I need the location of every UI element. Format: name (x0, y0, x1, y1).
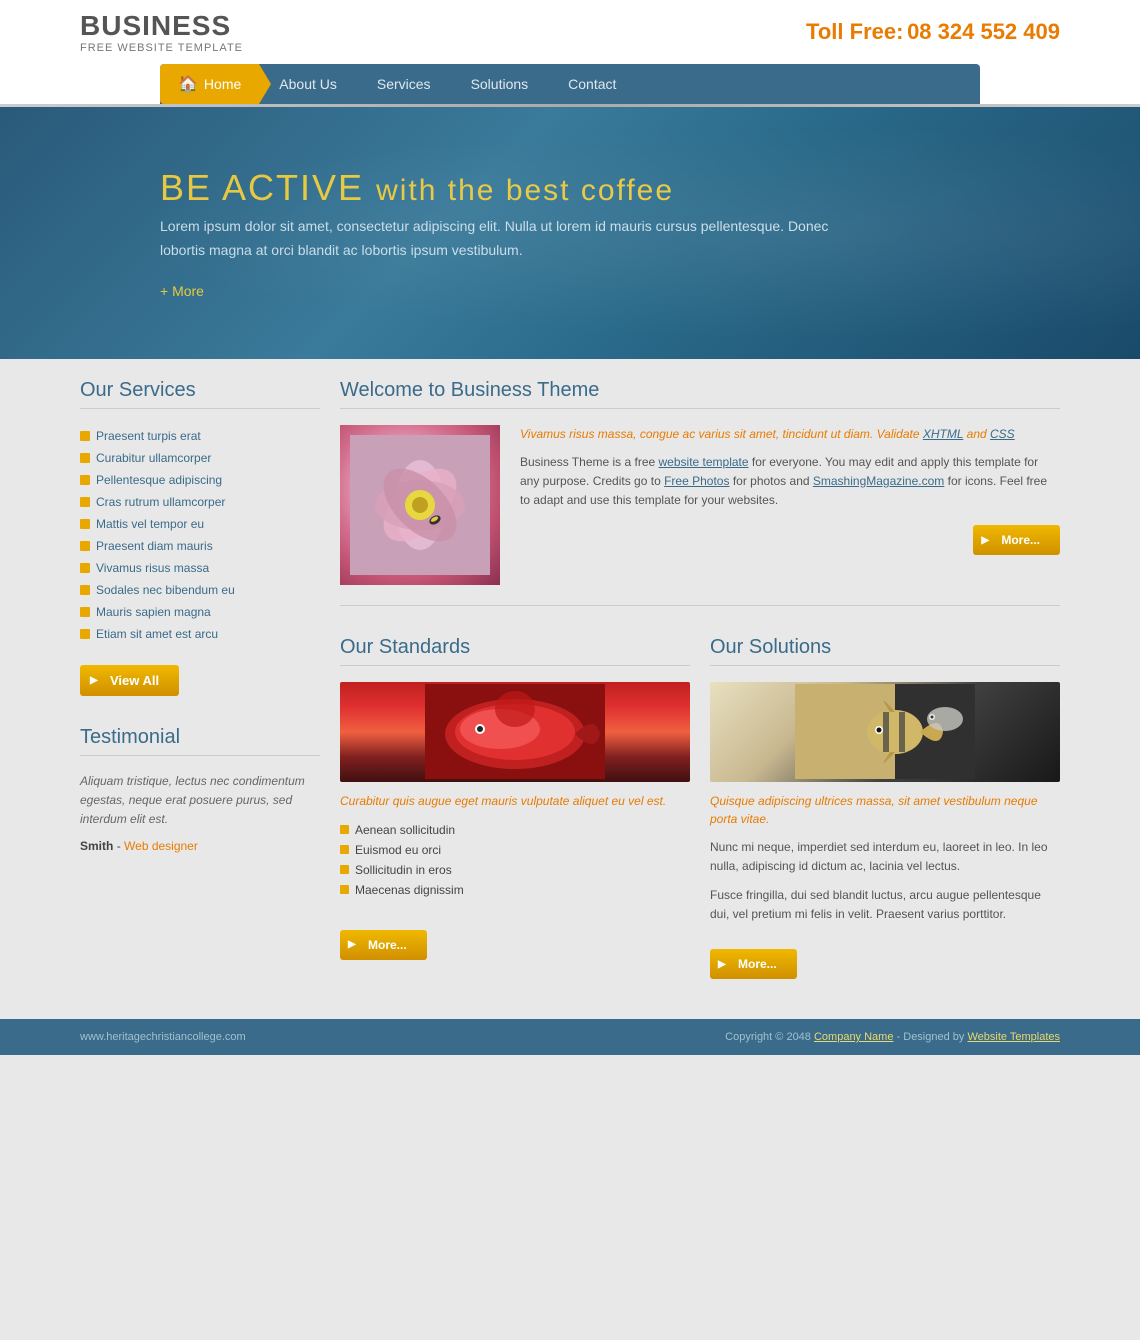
list-item: Maecenas dignissim (340, 880, 690, 900)
nav-services[interactable]: Services (357, 64, 451, 104)
list-item: Aenean sollicitudin (340, 820, 690, 840)
footer: www.heritagechristiancollege.com Copyrig… (0, 1019, 1140, 1055)
website-template-link[interactable]: website template (659, 455, 749, 469)
list-item: Sollicitudin in eros (340, 860, 690, 880)
list-item[interactable]: Praesent diam mauris (80, 535, 320, 557)
hero-headline-white: BE ACTIVE (160, 167, 364, 208)
footer-designed-by: - Designed by (897, 1031, 968, 1043)
free-photos-link[interactable]: Free Photos (664, 474, 729, 488)
hero-headline-yellow: with the best coffee (376, 174, 674, 207)
hero-description: Lorem ipsum dolor sit amet, consectetur … (160, 215, 860, 263)
sidebar: Our Services Praesent turpis eratCurabit… (80, 379, 320, 980)
welcome-more-button[interactable]: More... (973, 525, 1060, 555)
list-item[interactable]: Mattis vel tempor eu (80, 513, 320, 535)
solutions-section: Our Solutions (710, 636, 1060, 980)
solutions-more-label: More... (738, 957, 777, 971)
solutions-body2: Fusce fringilla, dui sed blandit luctus,… (710, 886, 1060, 924)
nav-contact[interactable]: Contact (548, 64, 636, 104)
list-item[interactable]: Mauris sapien magna (80, 601, 320, 623)
standards-list: Aenean sollicitudinEuismod eu orciSollic… (340, 820, 690, 900)
standards-italic: Curabitur quis augue eget mauris vulputa… (340, 792, 690, 810)
welcome-more-label: More... (1001, 533, 1040, 547)
list-item[interactable]: Vivamus risus massa (80, 557, 320, 579)
footer-website-templates-link[interactable]: Website Templates (967, 1031, 1060, 1043)
hero-more-link[interactable]: + More (160, 283, 980, 299)
welcome-italic: Vivamus risus massa, congue ac varius si… (520, 425, 1060, 443)
logo-subtitle: FREE WEBSITE TEMPLATE (80, 42, 243, 54)
toll-free-label: Toll Free: (806, 19, 903, 44)
smashing-link[interactable]: SmashingMagazine.com (813, 474, 944, 488)
services-list: Praesent turpis eratCurabitur ullamcorpe… (80, 425, 320, 645)
nav-home-label: Home (204, 76, 241, 92)
toll-free-number: 08 324 552 409 (907, 19, 1060, 44)
nav-about[interactable]: About Us (259, 64, 357, 104)
lower-grid: Our Standards (340, 636, 1060, 980)
solutions-body1: Nunc mi neque, imperdiet sed interdum eu… (710, 838, 1060, 876)
list-item[interactable]: Praesent turpis erat (80, 425, 320, 447)
view-all-button[interactable]: View All (80, 665, 179, 696)
list-item[interactable]: Sodales nec bibendum eu (80, 579, 320, 601)
standards-title: Our Standards (340, 636, 690, 666)
nav-solutions[interactable]: Solutions (451, 64, 549, 104)
welcome-text-area: Vivamus risus massa, congue ac varius si… (520, 425, 1060, 585)
css-link[interactable]: CSS (990, 427, 1015, 441)
footer-left: www.heritagechristiancollege.com (80, 1031, 246, 1043)
standards-more-button[interactable]: More... (340, 930, 427, 960)
welcome-image (340, 425, 500, 585)
navigation: 🏠 Home About Us Services Solutions Conta… (160, 64, 980, 104)
home-icon: 🏠 (178, 74, 198, 94)
content-grid: Our Services Praesent turpis eratCurabit… (80, 379, 1060, 980)
welcome-grid: Vivamus risus massa, congue ac varius si… (340, 425, 1060, 585)
welcome-body: Business Theme is a free website templat… (520, 453, 1060, 511)
standards-image (340, 682, 690, 782)
testimonial-author-name: Smith (80, 839, 113, 853)
logo: BUSINESS FREE WEBSITE TEMPLATE (80, 10, 243, 54)
hero-headline: BE ACTIVE with the best coffee (160, 167, 980, 209)
standards-section: Our Standards (340, 636, 690, 980)
footer-company-link[interactable]: Company Name (814, 1031, 893, 1043)
footer-center: Copyright © 2048 Company Name - Designed… (725, 1031, 1060, 1043)
testimonial-text: Aliquam tristique, lectus nec condimentu… (80, 772, 320, 830)
testimonial-author-role[interactable]: Web designer (124, 839, 198, 853)
list-item[interactable]: Curabitur ullamcorper (80, 447, 320, 469)
welcome-title: Welcome to Business Theme (340, 379, 1060, 409)
testimonial-dash: - (117, 839, 124, 853)
solutions-image (710, 682, 1060, 782)
toll-free: Toll Free: 08 324 552 409 (806, 19, 1060, 45)
xhtml-link[interactable]: XHTML (923, 427, 963, 441)
header: BUSINESS FREE WEBSITE TEMPLATE Toll Free… (0, 0, 1140, 64)
solutions-title: Our Solutions (710, 636, 1060, 666)
testimonial-author: Smith - Web designer (80, 839, 320, 853)
main-content: Welcome to Business Theme (340, 379, 1060, 980)
welcome-section: Welcome to Business Theme (340, 379, 1060, 606)
logo-title: BUSINESS (80, 10, 243, 42)
standards-more-label: More... (368, 938, 407, 952)
testimonial-section: Testimonial Aliquam tristique, lectus ne… (80, 726, 320, 854)
hero-section: BE ACTIVE with the best coffee Lorem ips… (0, 107, 1140, 359)
solutions-italic: Quisque adipiscing ultrices massa, sit a… (710, 792, 1060, 828)
main-wrapper: Our Services Praesent turpis eratCurabit… (0, 359, 1140, 1020)
testimonial-title: Testimonial (80, 726, 320, 756)
view-all-label: View All (110, 673, 159, 688)
list-item[interactable]: Cras rutrum ullamcorper (80, 491, 320, 513)
solutions-more-button[interactable]: More... (710, 949, 797, 979)
footer-copyright: Copyright © 2048 (725, 1031, 814, 1043)
list-item: Euismod eu orci (340, 840, 690, 860)
nav-home[interactable]: 🏠 Home (160, 64, 259, 104)
our-services-title: Our Services (80, 379, 320, 409)
list-item[interactable]: Etiam sit amet est arcu (80, 623, 320, 645)
list-item[interactable]: Pellentesque adipiscing (80, 469, 320, 491)
